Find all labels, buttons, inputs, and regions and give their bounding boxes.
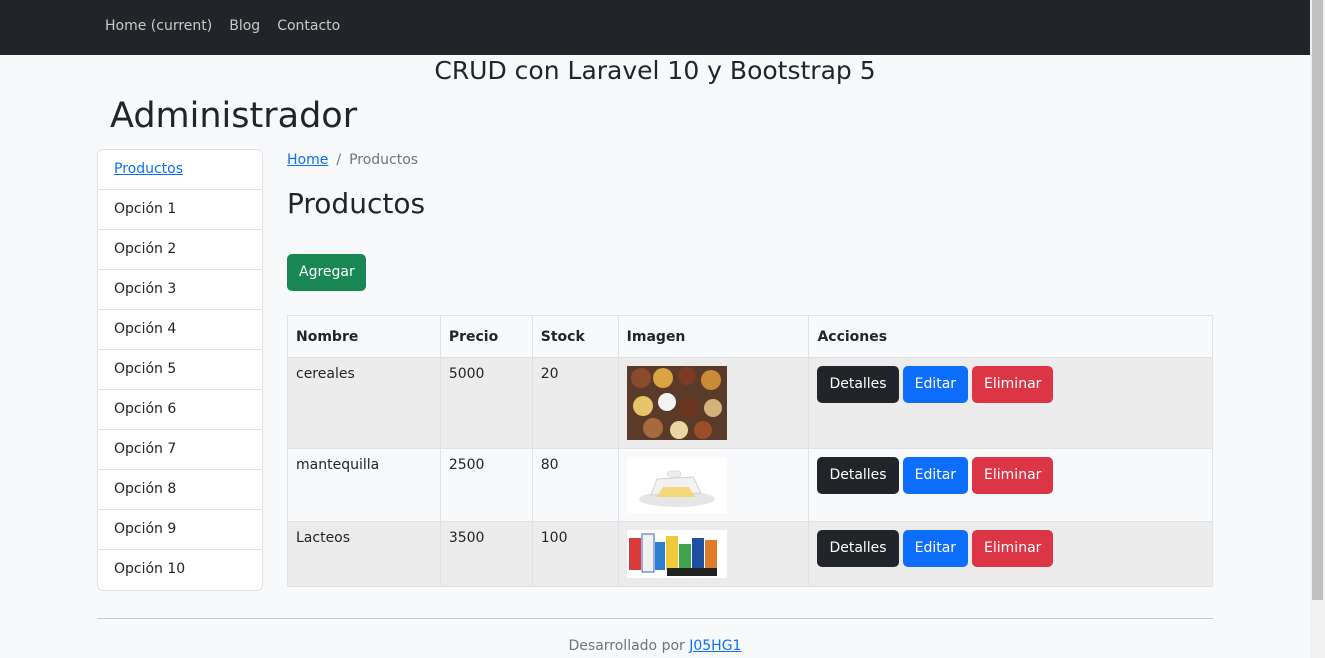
details-button[interactable]: Detalles <box>817 366 899 403</box>
sidebar-item-opcion-1[interactable]: Opción 1 <box>98 190 262 230</box>
nav-links: Home (current) Blog Contacto <box>105 18 340 34</box>
column-header-precio: Precio <box>439 315 533 358</box>
nav-link-home[interactable]: Home (current) <box>105 18 212 34</box>
add-product-button[interactable]: Agregar <box>287 254 366 291</box>
sidebar-menu: Productos Opción 1 Opción 2 Opción 3 Opc… <box>97 149 263 591</box>
cell-nombre: cereales <box>287 357 441 449</box>
footer-text: Desarrollado por <box>568 638 685 654</box>
sidebar-item-opcion-5[interactable]: Opción 5 <box>98 350 262 390</box>
cell-acciones: Detalles Editar Eliminar <box>808 448 1213 522</box>
cell-stock: 100 <box>531 521 619 587</box>
table-row: mantequilla 2500 80 Detalles Editar Elim… <box>287 448 1213 522</box>
cell-imagen <box>617 357 810 449</box>
cell-precio: 5000 <box>439 357 533 449</box>
breadcrumb-separator: / <box>336 152 342 168</box>
edit-button[interactable]: Editar <box>902 457 969 494</box>
breadcrumb-home-link[interactable]: Home <box>287 152 328 168</box>
admin-title: Administrador <box>110 96 358 136</box>
delete-button[interactable]: Eliminar <box>972 530 1054 567</box>
sidebar-item-opcion-4[interactable]: Opción 4 <box>98 310 262 350</box>
breadcrumb-current: Productos <box>349 152 419 168</box>
column-header-imagen: Imagen <box>617 315 810 358</box>
details-button[interactable]: Detalles <box>817 530 899 567</box>
sidebar-item-opcion-10[interactable]: Opción 10 <box>98 550 262 590</box>
cell-stock: 20 <box>531 357 619 449</box>
nav-link-blog[interactable]: Blog <box>229 18 260 34</box>
footer-author-link[interactable]: J05HG1 <box>689 638 741 654</box>
cell-imagen <box>617 448 810 522</box>
page-title: Productos <box>287 187 426 220</box>
column-header-stock: Stock <box>531 315 619 358</box>
sidebar-item-productos[interactable]: Productos <box>98 150 262 190</box>
cell-nombre: mantequilla <box>287 448 441 522</box>
grocery-products-image <box>626 530 727 578</box>
cell-acciones: Detalles Editar Eliminar <box>808 521 1213 587</box>
cell-imagen <box>617 521 810 587</box>
sidebar-item-opcion-6[interactable]: Opción 6 <box>98 390 262 430</box>
column-header-nombre: Nombre <box>287 315 441 358</box>
scrollbar-thumb[interactable] <box>1312 0 1323 600</box>
site-title: CRUD con Laravel 10 y Bootstrap 5 <box>434 56 876 85</box>
page-scrollbar[interactable] <box>1310 0 1325 658</box>
cell-nombre: Lacteos <box>287 521 441 587</box>
cell-stock: 80 <box>531 448 619 522</box>
table-row: cereales 5000 20 Detalles Editar Elimina… <box>287 357 1213 449</box>
top-navbar: Home (current) Blog Contacto <box>0 0 1310 55</box>
cell-acciones: Detalles Editar Eliminar <box>808 357 1213 449</box>
table-row: Lacteos 3500 100 Detalles Editar Elimina… <box>287 521 1213 587</box>
table-header-row: Nombre Precio Stock Imagen Acciones <box>287 315 1213 358</box>
cereal-bowls-image <box>626 366 727 440</box>
cell-precio: 3500 <box>439 521 533 587</box>
sidebar-item-opcion-2[interactable]: Opción 2 <box>98 230 262 270</box>
sidebar-item-opcion-9[interactable]: Opción 9 <box>98 510 262 550</box>
breadcrumb: Home / Productos <box>287 152 418 168</box>
edit-button[interactable]: Editar <box>902 530 969 567</box>
footer: Desarrollado por J05HG1 <box>0 638 1310 654</box>
sidebar-item-opcion-7[interactable]: Opción 7 <box>98 430 262 470</box>
butter-dish-image <box>626 457 727 513</box>
sidebar-item-opcion-3[interactable]: Opción 3 <box>98 270 262 310</box>
footer-divider <box>97 618 1213 619</box>
nav-link-contacto[interactable]: Contacto <box>277 18 340 34</box>
products-table: Nombre Precio Stock Imagen Acciones cere… <box>287 315 1213 587</box>
edit-button[interactable]: Editar <box>902 366 969 403</box>
column-header-acciones: Acciones <box>808 315 1213 358</box>
delete-button[interactable]: Eliminar <box>972 457 1054 494</box>
cell-precio: 2500 <box>439 448 533 522</box>
delete-button[interactable]: Eliminar <box>972 366 1054 403</box>
details-button[interactable]: Detalles <box>817 457 899 494</box>
sidebar-item-opcion-8[interactable]: Opción 8 <box>98 470 262 510</box>
